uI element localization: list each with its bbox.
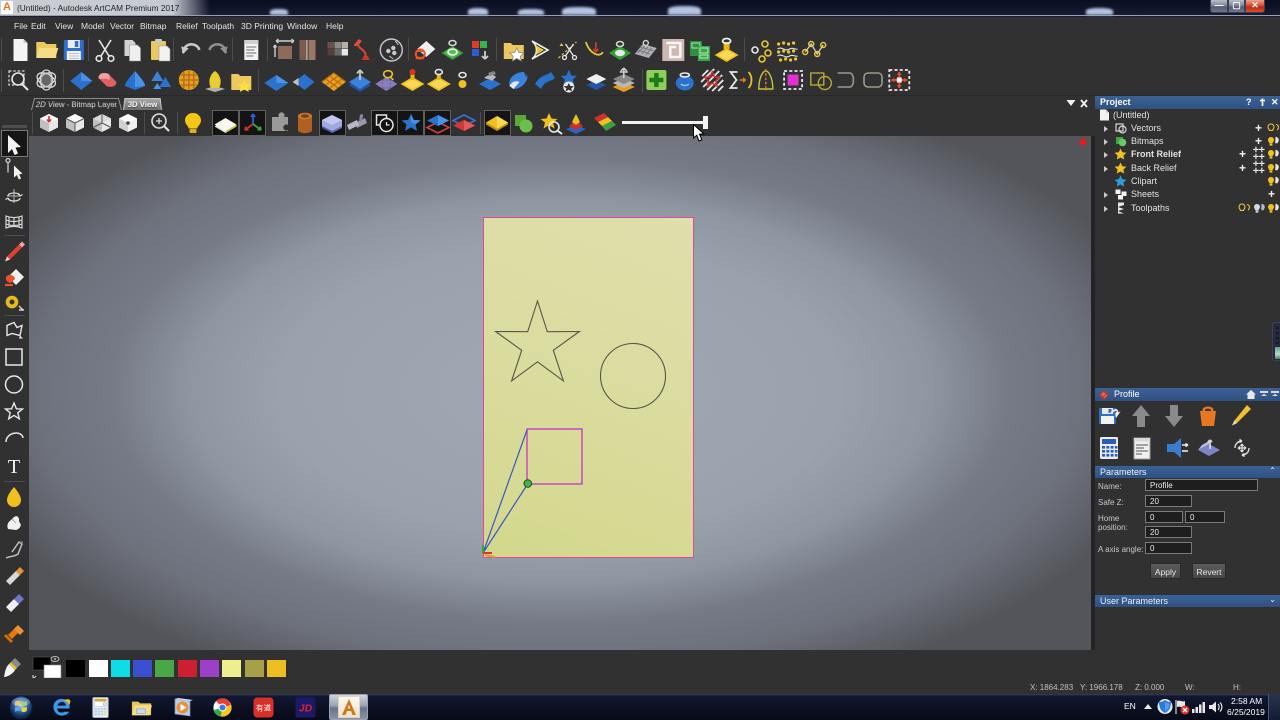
svg-text:T: T <box>8 456 20 478</box>
